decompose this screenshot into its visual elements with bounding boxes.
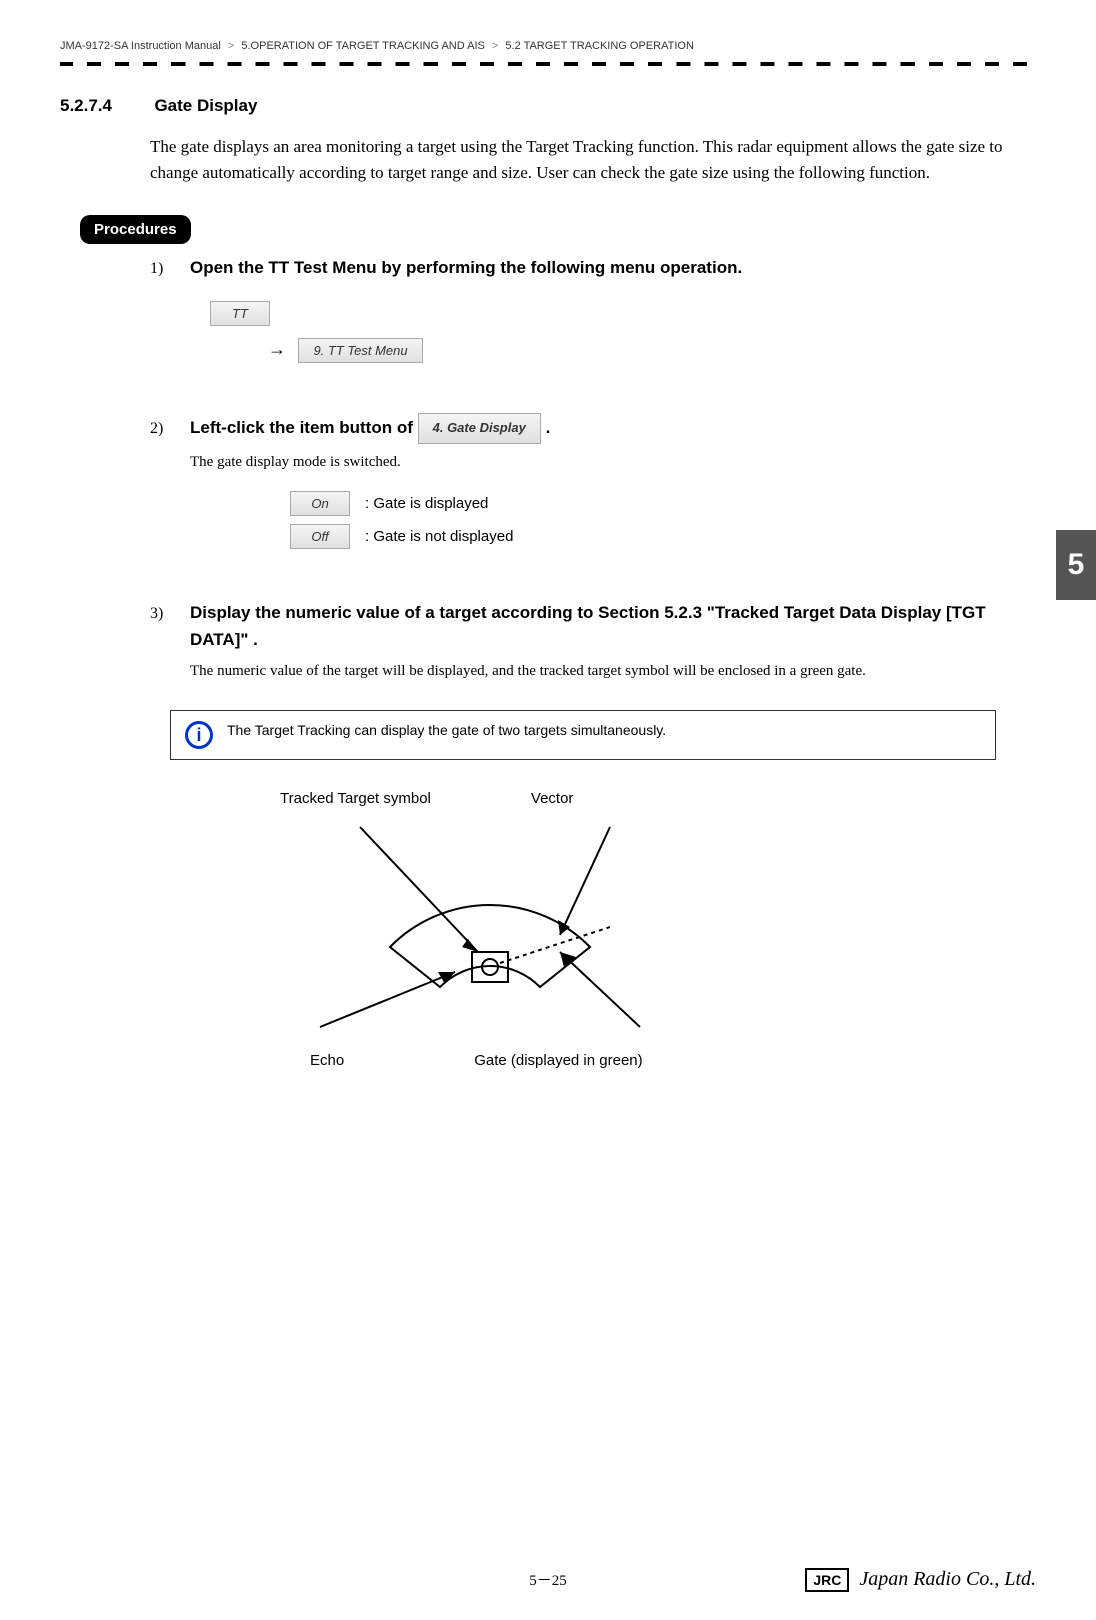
- arrow-gate: [560, 952, 640, 1027]
- company-name: Japan Radio Co., Ltd.: [859, 1568, 1036, 1591]
- step-2-title-pre: Left-click the item button of: [190, 418, 418, 437]
- divider-dashed: [60, 62, 1036, 66]
- info-text: The Target Tracking can display the gate…: [227, 721, 666, 741]
- vector-line: [500, 927, 610, 963]
- step-1-number: 1): [150, 260, 175, 278]
- step-2-number: 2): [150, 420, 175, 438]
- on-button[interactable]: On: [290, 491, 350, 516]
- step-3-desc: The numeric value of the target will be …: [190, 663, 1036, 680]
- gate-diagram: Tracked Target symbol Vector Echo Gate (…: [240, 790, 1036, 1069]
- step-2-desc: The gate display mode is switched.: [190, 454, 1036, 471]
- label-echo: Echo: [310, 1052, 344, 1069]
- diagram-svg: [240, 817, 740, 1037]
- step-3-title: Display the numeric value of a target ac…: [190, 599, 1036, 653]
- tt-test-menu-button[interactable]: 9. TT Test Menu: [298, 338, 422, 363]
- arrow-icon: →: [268, 339, 286, 359]
- jrc-logo-box: JRC: [805, 1568, 849, 1592]
- label-tracked-symbol: Tracked Target symbol: [280, 790, 431, 807]
- arrow-vector: [560, 827, 610, 935]
- gate-display-button[interactable]: 4. Gate Display: [418, 413, 541, 444]
- step-2-title: Left-click the item button of 4. Gate Di…: [190, 413, 550, 444]
- on-label: : Gate is displayed: [365, 495, 488, 512]
- breadcrumb-part3: 5.2 TARGET TRACKING OPERATION: [505, 40, 693, 52]
- arrowhead-tracked: [462, 939, 478, 952]
- label-gate: Gate (displayed in green): [474, 1052, 642, 1069]
- info-box: i The Target Tracking can display the ga…: [170, 710, 996, 760]
- step-1: 1) Open the TT Test Menu by performing t…: [150, 254, 1036, 363]
- breadcrumb-part1: JMA-9172-SA Instruction Manual: [60, 40, 221, 52]
- info-icon: i: [185, 721, 213, 749]
- side-tab: 5: [1056, 530, 1096, 600]
- page-number: 5－25: [529, 1569, 567, 1590]
- label-vector: Vector: [531, 790, 574, 807]
- toggle-list: On : Gate is displayed Off : Gate is not…: [290, 491, 1036, 549]
- breadcrumb-sep1: >: [228, 40, 234, 52]
- step-1-title: Open the TT Test Menu by performing the …: [190, 254, 742, 281]
- step-2: 2) Left-click the item button of 4. Gate…: [150, 413, 1036, 549]
- arrow-tracked: [360, 827, 478, 952]
- breadcrumb-sep2: >: [492, 40, 498, 52]
- section-title: Gate Display: [154, 96, 257, 116]
- intro-paragraph: The gate displays an area monitoring a t…: [150, 134, 1036, 185]
- step-3: 3) Display the numeric value of a target…: [150, 599, 1036, 680]
- procedures-badge: Procedures: [80, 215, 191, 244]
- section-number: 5.2.7.4: [60, 96, 150, 116]
- page-footer: 5－25 JRC Japan Radio Co., Ltd.: [0, 1569, 1096, 1590]
- section-header: 5.2.7.4 Gate Display: [60, 96, 1036, 116]
- arrowhead-vector: [558, 920, 570, 935]
- off-label: : Gate is not displayed: [365, 528, 513, 545]
- menu-path: TT → 9. TT Test Menu: [210, 301, 1036, 363]
- breadcrumb: JMA-9172-SA Instruction Manual > 5.OPERA…: [60, 40, 1036, 52]
- step-2-title-post: .: [546, 418, 551, 437]
- arrow-echo: [320, 972, 455, 1027]
- breadcrumb-part2: 5.OPERATION OF TARGET TRACKING AND AIS: [241, 40, 484, 52]
- tt-button[interactable]: TT: [210, 301, 270, 326]
- step-3-number: 3): [150, 605, 175, 623]
- footer-logo: JRC Japan Radio Co., Ltd.: [805, 1568, 1036, 1592]
- off-button[interactable]: Off: [290, 524, 350, 549]
